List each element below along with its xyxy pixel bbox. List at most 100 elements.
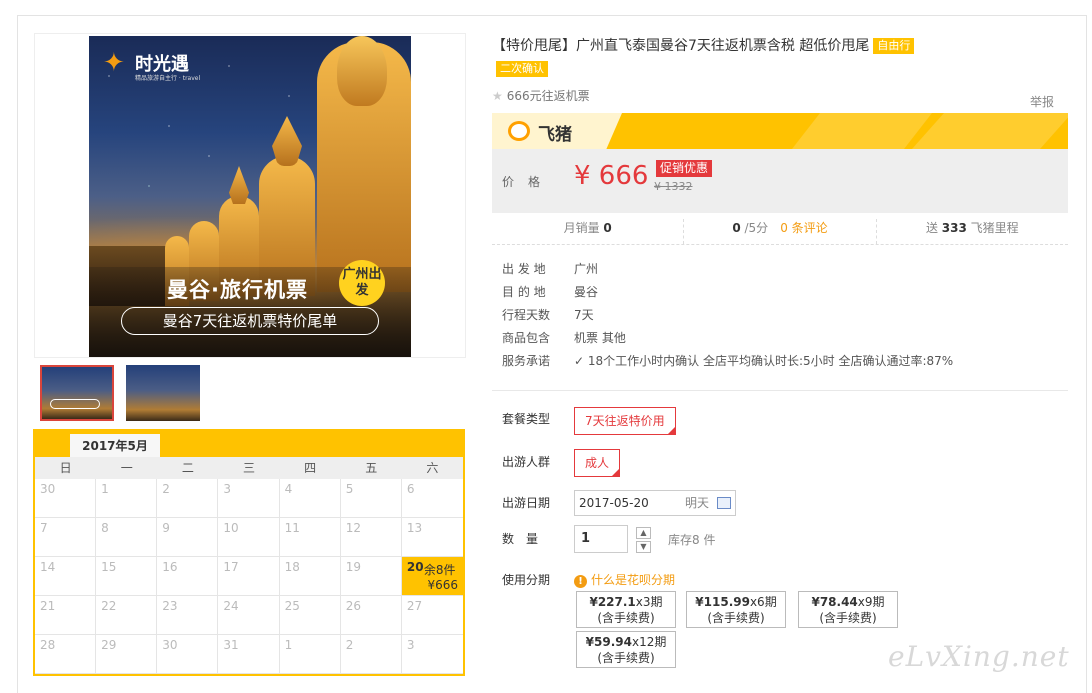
calendar-day[interactable]: 4	[279, 479, 341, 518]
calendar-day[interactable]: 23	[157, 596, 219, 635]
calendar-grid: 30 1 2 3 4 5 6 7 8 9 10 11 12 13 14 15 16 17 18 19 20 余8件 ¥666…	[35, 479, 463, 674]
main-product-image[interactable]: ✦ 时光遇 精品旅游自主行 · travel 曼谷·旅行机票 广州出发 曼谷7天…	[89, 36, 411, 357]
calendar-day-price: ¥666	[427, 578, 458, 592]
calendar-day[interactable]: 29	[96, 635, 158, 674]
calendar-day[interactable]: 12	[340, 518, 402, 557]
monthly-sales-value: 0	[603, 221, 612, 235]
package-option[interactable]: 7天往返特价用	[574, 407, 676, 435]
promo-badge: 促销优惠	[656, 160, 713, 177]
weekday: 五	[365, 461, 378, 475]
product-subtitle: ★ 666元往返机票	[492, 87, 590, 104]
tag-free-travel: 自由行	[873, 38, 915, 54]
report-link[interactable]: 举报	[1030, 93, 1054, 110]
calendar-day[interactable]: 22	[96, 596, 158, 635]
calendar-day[interactable]: 5	[340, 479, 402, 518]
info-value: ✓ 18个工作小时内确认 全店平均确认时长:5小时 全店确认通过率:87%	[574, 354, 954, 368]
stock-text: 库存8 件	[668, 533, 716, 547]
calendar-day[interactable]: 17	[218, 557, 280, 596]
stats-bar: 月销量 0 0 /5分 0 条评论 送 333 飞猪里程	[492, 219, 1068, 245]
calendar-day[interactable]: 13	[401, 518, 463, 557]
calendar-day[interactable]: 28	[35, 635, 97, 674]
calendar-day-number: 1	[284, 638, 293, 652]
installment-option[interactable]: ¥115.99x6期 (含手续费)	[686, 591, 786, 628]
date-input[interactable]: 2017-05-20 明天	[574, 490, 736, 516]
installment-periods: x6期	[749, 595, 777, 609]
monthly-sales-label: 月销量	[563, 221, 600, 235]
calendar-day[interactable]: 31	[218, 635, 280, 674]
installment-option[interactable]: ¥78.44x9期 (含手续费)	[798, 591, 898, 628]
info-key: 出 发 地	[502, 262, 546, 276]
weekday: 二	[181, 461, 194, 475]
calendar-day-number: 2	[345, 638, 354, 652]
calendar-day[interactable]: 1	[96, 479, 158, 518]
calendar-day[interactable]: 11	[279, 518, 341, 557]
calendar-day-number: 7	[40, 521, 48, 535]
thumbnail-2[interactable]	[126, 365, 200, 421]
current-price: ¥ 666	[574, 161, 649, 191]
quantity-down-icon[interactable]: ▼	[636, 541, 651, 553]
calendar-day[interactable]: 7	[35, 518, 97, 557]
calendar-day-number: 17	[223, 560, 239, 574]
calendar-day[interactable]: 30	[35, 479, 97, 518]
installment-fee: (含手续费)	[707, 611, 765, 625]
package-option-label: 7天往返特价用	[585, 414, 665, 428]
calendar-day[interactable]: 8	[96, 518, 158, 557]
quantity-label: 数 量	[502, 532, 539, 546]
price-label: 价格	[502, 175, 555, 189]
calendar-day[interactable]: 21	[35, 596, 97, 635]
brand-name: 飞猪	[538, 125, 572, 145]
info-row: 服务承诺 ✓ 18个工作小时内确认 全店平均确认时长:5小时 全店确认通过率:87…	[502, 351, 1062, 371]
tag-second-confirm: 二次确认	[496, 61, 548, 77]
info-value: 广州	[574, 262, 599, 276]
installment-option[interactable]: ¥227.1x3期 (含手续费)	[576, 591, 676, 628]
calendar-day[interactable]: 26	[340, 596, 402, 635]
huabei-help-link[interactable]: ! 什么是花呗分期	[574, 571, 675, 588]
calendar-day[interactable]: 25	[279, 596, 341, 635]
date-label: 出游日期	[502, 496, 551, 510]
calendar-day[interactable]: 10	[218, 518, 280, 557]
comments-link[interactable]: 0 条评论	[780, 221, 827, 235]
image-logo-sub: 精品旅游自主行 · travel	[135, 75, 201, 82]
calendar-day[interactable]: 30	[157, 635, 219, 674]
calendar-day-number: 24	[223, 599, 239, 613]
calendar-day[interactable]: 15	[96, 557, 158, 596]
calendar-day[interactable]: 9	[157, 518, 219, 557]
quantity-up-icon[interactable]: ▲	[636, 527, 651, 539]
calendar-day[interactable]: 1	[279, 635, 341, 674]
image-title: 曼谷·旅行机票	[167, 278, 308, 302]
miles: 送 333 飞猪里程	[877, 219, 1068, 244]
people-option[interactable]: 成人	[574, 449, 621, 477]
thumbnail-1[interactable]	[40, 365, 114, 421]
calendar-day[interactable]: 19	[340, 557, 402, 596]
subtitle-text: 666元往返机票	[506, 89, 590, 103]
calendar-day[interactable]: 3	[401, 635, 463, 674]
buddha-head	[337, 36, 387, 106]
calendar-day[interactable]: 18	[279, 557, 341, 596]
rating: 0 /5分 0 条评论	[684, 219, 877, 244]
info-value: 机票 其他	[574, 331, 626, 345]
section-divider	[492, 390, 1068, 391]
calendar-day-number: 13	[406, 521, 423, 535]
calendar-day[interactable]: 27	[401, 596, 463, 635]
info-row: 出 发 地 广州	[502, 259, 1062, 279]
calendar-month-tab[interactable]: 2017年5月	[70, 434, 160, 457]
calendar-day-number: 27	[406, 599, 423, 613]
calendar-day[interactable]: 14	[35, 557, 97, 596]
calendar-day[interactable]: 2	[340, 635, 402, 674]
people-label: 出游人群	[502, 455, 551, 469]
info-key: 行程天数	[502, 308, 551, 322]
calendar-day-number: 4	[284, 482, 293, 496]
calendar-day-selected[interactable]: 20 余8件 ¥666	[401, 557, 463, 596]
calendar-day-number: 3	[223, 482, 232, 496]
calendar-day[interactable]: 6	[401, 479, 463, 518]
calendar-day-number: 5	[345, 482, 354, 496]
calendar-day[interactable]: 3	[218, 479, 280, 518]
weekday: 日	[59, 461, 72, 475]
calendar-day[interactable]: 16	[157, 557, 219, 596]
calendar-day[interactable]: 24	[218, 596, 280, 635]
quantity-input[interactable]: 1	[574, 525, 628, 553]
calendar-day[interactable]: 2	[157, 479, 219, 518]
calendar-icon[interactable]	[717, 497, 731, 509]
calendar-day-number: 1	[101, 482, 109, 496]
installment-option[interactable]: ¥59.94x12期 (含手续费)	[576, 631, 676, 668]
